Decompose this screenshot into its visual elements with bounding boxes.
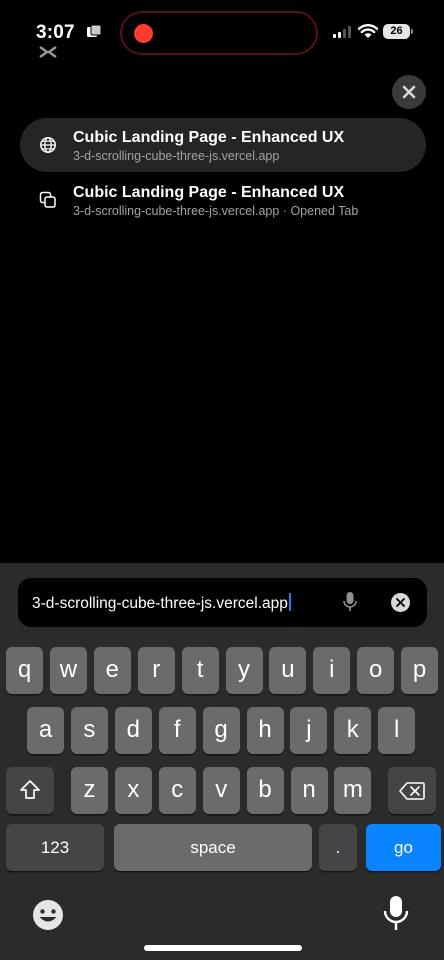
keyboard-area: 3-d-scrolling-cube-three-js.vercel.app q… [0,563,444,960]
suggestion-item[interactable]: Cubic Landing Page - Enhanced UX 3-d-scr… [20,118,426,172]
address-value: 3-d-scrolling-cube-three-js.vercel.app [32,595,288,612]
key-k[interactable]: k [334,707,372,754]
key-q[interactable]: q [6,647,43,694]
recording-indicator-icon [134,24,153,43]
key-h[interactable]: h [246,707,284,754]
key-y[interactable]: y [225,647,263,694]
delete-icon [399,782,425,800]
close-icon [402,85,416,99]
suggestion-item[interactable]: Cubic Landing Page - Enhanced UX 3-d-scr… [20,173,426,227]
home-indicator [144,945,302,951]
numbers-key[interactable]: 123 [6,824,104,871]
close-button[interactable] [392,75,426,109]
cellular-signal-icon [333,26,351,38]
capcut-icon [39,46,57,58]
status-time: 3:07 [36,22,75,43]
clear-icon [396,598,405,607]
battery-tip [411,29,413,34]
shift-icon [20,780,40,799]
key-z[interactable]: z [71,767,108,814]
key-m[interactable]: m [334,767,372,814]
tabs-icon [39,191,56,208]
key-c[interactable]: c [158,767,196,814]
key-o[interactable]: o [357,647,395,694]
dictation-microphone-icon[interactable] [383,894,409,934]
globe-icon [40,137,56,153]
emoji-icon[interactable] [30,897,66,933]
key-s[interactable]: s [70,707,108,754]
key-p[interactable]: p [401,647,439,694]
period-key[interactable]: . [319,824,357,871]
shift-key[interactable] [6,767,54,814]
battery-icon: 26 [383,24,410,39]
suggestion-title: Cubic Landing Page - Enhanced UX [73,129,345,146]
address-bar[interactable]: 3-d-scrolling-cube-three-js.vercel.app [18,578,427,627]
key-f[interactable]: f [158,707,196,754]
go-key[interactable]: go [366,824,441,871]
status-bar: 3:07 26 [0,0,444,60]
key-n[interactable]: n [290,767,328,814]
delete-key[interactable] [388,767,436,814]
photos-stack-icon [87,24,102,37]
suggestion-url: 3-d-scrolling-cube-three-js.vercel.app [73,149,280,163]
key-e[interactable]: e [93,647,131,694]
key-u[interactable]: u [269,647,307,694]
wifi-icon [358,24,378,38]
key-w[interactable]: w [49,647,87,694]
key-i[interactable]: i [313,647,351,694]
suggestion-url: 3-d-scrolling-cube-three-js.vercel.app ·… [73,204,359,218]
key-r[interactable]: r [137,647,175,694]
dynamic-island [120,11,318,55]
key-j[interactable]: j [290,707,328,754]
clear-text-button[interactable] [391,593,410,612]
address-input[interactable]: 3-d-scrolling-cube-three-js.vercel.app [32,593,291,613]
key-g[interactable]: g [202,707,240,754]
microphone-icon[interactable] [343,591,357,613]
key-b[interactable]: b [246,767,284,814]
key-t[interactable]: t [181,647,219,694]
key-d[interactable]: d [114,707,152,754]
space-key[interactable]: space [114,824,312,871]
key-v[interactable]: v [202,767,240,814]
key-a[interactable]: a [27,707,64,754]
key-l[interactable]: l [378,707,416,754]
suggestion-title: Cubic Landing Page - Enhanced UX [73,184,345,201]
key-x[interactable]: x [114,767,152,814]
text-cursor [288,593,291,611]
